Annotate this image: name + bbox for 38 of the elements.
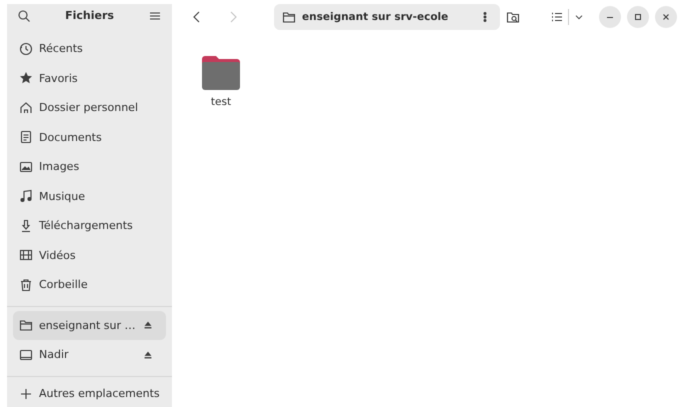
home-icon <box>19 100 33 115</box>
sidebar-item[interactable]: Images <box>13 152 166 182</box>
eject-icon[interactable] <box>142 319 154 332</box>
image-icon <box>19 160 33 174</box>
close-icon <box>663 14 669 20</box>
document-icon <box>19 130 33 144</box>
sidebar-item[interactable]: enseignant sur … <box>13 310 166 340</box>
download-icon <box>19 218 33 233</box>
search-icon[interactable] <box>17 8 31 23</box>
close-button[interactable] <box>655 6 677 28</box>
clock-icon <box>19 42 33 56</box>
sidebar-item[interactable]: Vidéos <box>13 240 166 270</box>
sidebar-item[interactable]: Dossier personnel <box>13 93 166 123</box>
minimize-icon <box>607 16 613 18</box>
folder-icon <box>19 318 33 332</box>
sidebar-item[interactable]: Récents <box>13 34 166 64</box>
sidebar-item[interactable]: Documents <box>13 122 166 152</box>
trash-icon <box>19 278 33 292</box>
folder-icon <box>202 56 240 90</box>
sidebar-item[interactable]: Musique <box>13 182 166 212</box>
plus-icon <box>19 386 33 401</box>
music-note-icon <box>19 189 33 204</box>
sidebar-item[interactable]: Nadir <box>13 340 166 370</box>
maximize-icon <box>635 14 641 20</box>
sidebar-item[interactable]: Corbeille <box>13 270 166 300</box>
list-view-icon[interactable] <box>550 10 564 24</box>
folder-search-icon[interactable] <box>506 10 520 24</box>
sidebar-item[interactable]: Autres emplacements <box>13 380 166 407</box>
drive-icon <box>19 348 33 362</box>
folder-icon <box>282 10 296 24</box>
file-item[interactable]: test <box>198 52 244 112</box>
location-bar[interactable]: enseignant sur srv-ecole <box>274 4 500 30</box>
sidebar-item[interactable]: Téléchargements <box>13 211 166 241</box>
sidebar-item[interactable]: Favoris <box>13 64 166 94</box>
maximize-button[interactable] <box>627 6 649 28</box>
star-icon <box>19 71 33 86</box>
sidebar-title: Fichiers <box>65 9 114 22</box>
film-icon <box>19 248 33 262</box>
